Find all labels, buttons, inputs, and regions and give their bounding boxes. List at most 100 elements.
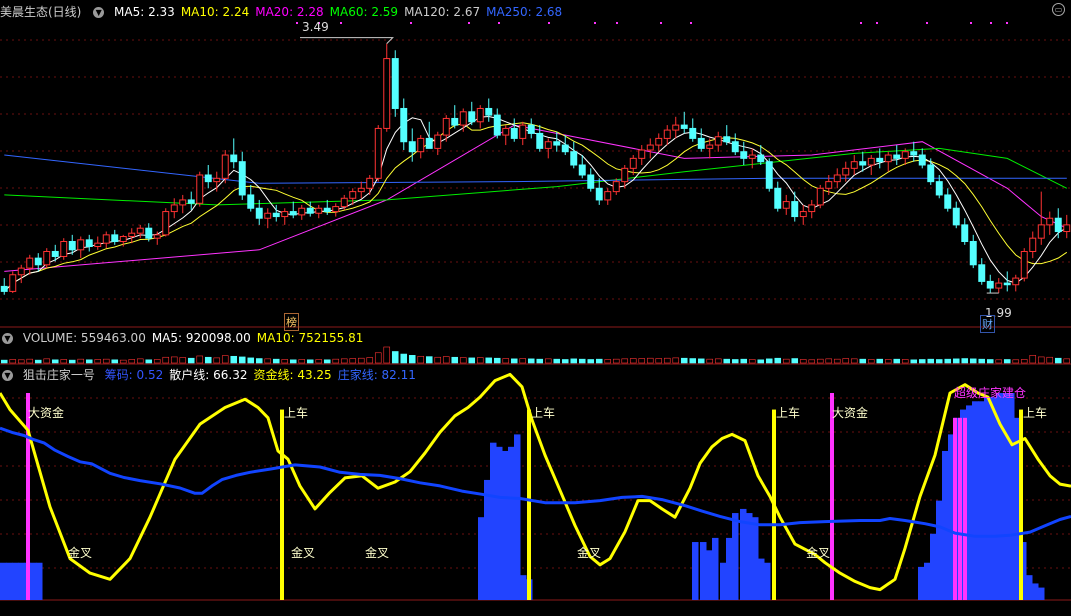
indicator-bar (942, 450, 949, 600)
candle-body (204, 174, 212, 183)
volume-bar (986, 359, 994, 364)
indicator-bar (490, 442, 497, 600)
volume-bar (434, 356, 442, 364)
volume-bar (221, 355, 229, 364)
candle-body (629, 157, 637, 169)
volume-bar (816, 358, 824, 364)
volume-bar (527, 358, 535, 364)
volume-bar (961, 358, 969, 364)
signal-dot (296, 22, 298, 24)
candle-body (391, 58, 399, 109)
candle-body (400, 107, 408, 143)
candle-body (1063, 224, 1071, 233)
cai-badge[interactable]: 财 (980, 315, 995, 333)
candle-body (714, 136, 722, 146)
candle-body (986, 280, 994, 289)
ma-label-0: MA5: 2.33 (114, 5, 175, 19)
volume-bar (476, 357, 484, 364)
signal-da-zijin-2: 大资金 (832, 406, 869, 420)
signal-dot (860, 22, 862, 24)
signal-vline (26, 393, 30, 600)
volume-bar (689, 358, 697, 364)
candle-body (34, 257, 42, 266)
candle-body (281, 211, 289, 218)
indicator-bar (496, 446, 503, 600)
candle-body (434, 134, 442, 149)
chart-canvas (0, 22, 1071, 601)
volume-bar (1012, 359, 1020, 364)
signal-dot (548, 22, 550, 24)
volume-bar (204, 356, 212, 364)
candle-body (527, 124, 535, 134)
volume-bar (893, 358, 901, 364)
candle-body (765, 161, 773, 189)
restore-icon[interactable]: ▭ (1052, 3, 1065, 16)
candle-body (179, 199, 187, 206)
candle-body (536, 132, 544, 149)
volume-bar (1029, 355, 1037, 364)
candle-body (833, 174, 841, 183)
candle-body (247, 194, 255, 209)
volume-bar (43, 358, 51, 364)
chevron-down-icon[interactable]: ▼ (2, 333, 13, 344)
signal-jin-cha-3: 金叉 (365, 546, 390, 560)
volume-bar (723, 358, 731, 364)
volume-bar (485, 357, 493, 364)
candle-body (1003, 282, 1011, 286)
volume-bar (799, 359, 807, 364)
indicator-bar (978, 401, 985, 600)
volume-label-1: MA5: 920098.00 (151, 331, 251, 345)
candle-body (1037, 224, 1045, 239)
signal-dot (876, 22, 878, 24)
signal-jin-cha-4: 金叉 (577, 546, 602, 560)
volume-bar (272, 358, 280, 364)
volume-bar (1003, 359, 1011, 364)
candle-body (119, 236, 127, 243)
candle-body (595, 187, 603, 201)
candle-body (612, 181, 620, 193)
ma-label-5: MA250: 2.68 (486, 5, 563, 19)
candle-body (944, 194, 952, 209)
chevron-down-icon[interactable]: ▼ (2, 370, 13, 381)
indicator-bar (726, 537, 733, 600)
volume-bar (298, 359, 306, 364)
candle-body (26, 257, 34, 269)
candle-body (9, 274, 17, 292)
volume-bar (153, 359, 161, 364)
candle-body (655, 137, 663, 146)
candle-body (213, 177, 221, 183)
signal-dot (1006, 22, 1008, 24)
high-marker (300, 37, 394, 44)
indicator-bar (18, 562, 25, 600)
candle-body (425, 137, 433, 149)
volume-bar (680, 357, 688, 364)
candle-body (561, 144, 569, 153)
candle-body (782, 201, 790, 209)
volume-bar (867, 359, 875, 364)
indicator-bar (706, 550, 713, 600)
candle-body (774, 187, 782, 209)
indicator-bar (6, 562, 13, 600)
volume-bar (901, 359, 909, 364)
indicator-bar (1002, 393, 1009, 600)
indicator-label-0: 筹码: 0.52 (104, 368, 164, 382)
chevron-down-icon[interactable]: ▼ (93, 7, 105, 18)
volume-bar (383, 346, 391, 364)
candle-body (927, 164, 935, 183)
volume-bar (0, 359, 8, 364)
ma-label-2: MA20: 2.28 (255, 5, 324, 19)
volume-bar (621, 358, 629, 364)
volume-bar (1046, 356, 1054, 364)
indicator-bar (700, 542, 707, 600)
candle-body (145, 227, 153, 239)
candle-body (323, 207, 331, 213)
candle-body (876, 157, 884, 163)
volume-bar (400, 353, 408, 364)
candle-body (374, 127, 382, 179)
volume-bar (323, 359, 331, 364)
indicator-bar (732, 513, 739, 600)
candle-body (468, 111, 476, 123)
candle-body (485, 107, 493, 116)
volume-bar (978, 358, 986, 364)
volume-bar (493, 357, 501, 364)
